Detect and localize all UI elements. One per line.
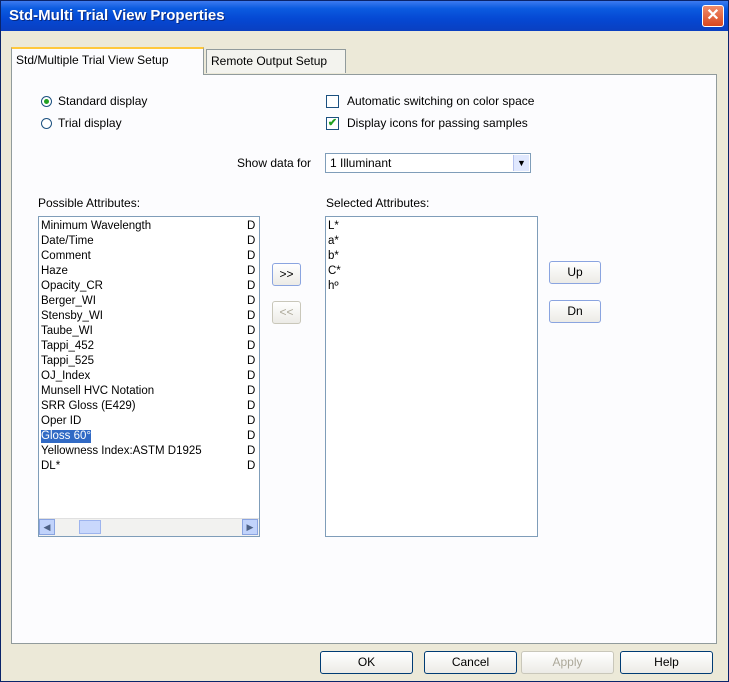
chevron-down-icon[interactable]: ▼ (513, 155, 529, 171)
scroll-thumb[interactable] (79, 520, 101, 534)
selected-attributes-list[interactable]: L* a* b* C* hº (325, 216, 538, 537)
list-item[interactable]: SRR Gloss (E429) (41, 400, 136, 413)
list-item[interactable]: L* (328, 220, 339, 233)
list-item[interactable]: hº (328, 280, 339, 293)
list-item[interactable]: Oper ID (41, 415, 81, 428)
list-item[interactable]: Taube_WI (41, 325, 93, 338)
list-item[interactable]: Haze (41, 265, 68, 278)
close-icon: ✕ (706, 7, 720, 24)
list-item[interactable]: Berger_WI (41, 295, 96, 308)
list-item[interactable]: Minimum Wavelength (41, 220, 151, 233)
show-data-label: Show data for (237, 156, 312, 170)
show-data-value: 1 Illuminant (330, 156, 392, 170)
title-bar[interactable]: Std-Multi Trial View Properties ✕ (1, 1, 728, 31)
cancel-button[interactable]: Cancel (424, 651, 517, 674)
list-item[interactable]: OJ_Index (41, 370, 90, 383)
scroll-right-icon[interactable]: ▶ (242, 519, 258, 535)
list-item-flag: D (247, 460, 256, 472)
help-button[interactable]: Help (620, 651, 713, 674)
move-up-button[interactable]: Up (549, 261, 601, 284)
list-item-flag: D (247, 325, 256, 337)
automatic-switching-label: Automatic switching on color space (347, 94, 535, 108)
list-item-flag: D (247, 235, 256, 247)
radio-unselected-indicator (41, 117, 52, 129)
tab-remote-output-setup[interactable]: Remote Output Setup (206, 49, 346, 73)
list-item[interactable]: Munsell HVC Notation (41, 385, 154, 398)
list-item-flag: D (247, 400, 256, 412)
list-item[interactable]: Comment (41, 250, 91, 263)
check-mark-icon: ✔ (326, 116, 339, 130)
move-down-button[interactable]: Dn (549, 300, 601, 323)
standard-display-label: Standard display (58, 94, 148, 108)
add-attribute-button[interactable]: >> (272, 263, 301, 286)
list-item[interactable]: Yellowness Index:ASTM D1925 (41, 445, 202, 458)
list-item[interactable]: Tappi_452 (41, 340, 94, 353)
tab-std-multiple-trial-view-setup[interactable]: Std/Multiple Trial View Setup (11, 47, 204, 75)
list-item-flag: D (247, 355, 256, 367)
list-item-flag: D (247, 370, 256, 382)
list-item-flag: D (247, 415, 256, 427)
checkbox-box (326, 94, 339, 108)
selected-attributes-label: Selected Attributes: (326, 196, 430, 210)
standard-display-radio[interactable]: Standard display (41, 94, 147, 108)
list-item-flag: D (247, 430, 256, 442)
close-button[interactable]: ✕ (702, 5, 724, 27)
automatic-switching-checkbox[interactable]: Automatic switching on color space (326, 94, 534, 108)
remove-attribute-button[interactable]: << (272, 301, 301, 324)
list-item-flag: D (247, 295, 256, 307)
window-title: Std-Multi Trial View Properties (9, 7, 225, 24)
list-item[interactable]: Stensby_WI (41, 310, 103, 323)
trial-display-radio[interactable]: Trial display (41, 116, 122, 130)
list-item-flag: D (247, 385, 256, 397)
ok-button[interactable]: OK (320, 651, 413, 674)
horizontal-scrollbar[interactable]: ◀ ▶ (39, 518, 259, 536)
display-icons-checkbox[interactable]: ✔ Display icons for passing samples (326, 116, 528, 130)
apply-button[interactable]: Apply (521, 651, 614, 674)
list-item-flag: D (247, 265, 256, 277)
possible-attributes-list[interactable]: Minimum Wavelength D Date/Time D Comment D Haz… (38, 216, 260, 537)
display-icons-label: Display icons for passing samples (347, 116, 528, 130)
list-item[interactable]: b* (328, 250, 339, 263)
list-item[interactable]: C* (328, 265, 341, 278)
show-data-select[interactable]: 1 Illuminant ▼ (325, 153, 531, 173)
dialog-window: Std-Multi Trial View Properties ✕ Std/Mu… (0, 0, 729, 682)
list-item[interactable]: a* (328, 235, 339, 248)
possible-attributes-label: Possible Attributes: (38, 196, 141, 210)
list-item[interactable]: DL* (41, 460, 60, 473)
list-item[interactable]: Opacity_CR (41, 280, 103, 293)
list-item[interactable]: Tappi_525 (41, 355, 94, 368)
list-item-flag: D (247, 220, 256, 232)
radio-selected-indicator (41, 95, 52, 107)
scroll-left-icon[interactable]: ◀ (39, 519, 55, 535)
list-item[interactable]: Date/Time (41, 235, 94, 248)
list-item-flag: D (247, 310, 256, 322)
list-item-flag: D (247, 445, 256, 457)
trial-display-label: Trial display (58, 116, 122, 130)
list-item-flag: D (247, 340, 256, 352)
list-item[interactable]: Gloss 60° (41, 430, 91, 443)
list-item-flag: D (247, 280, 256, 292)
list-item-flag: D (247, 250, 256, 262)
